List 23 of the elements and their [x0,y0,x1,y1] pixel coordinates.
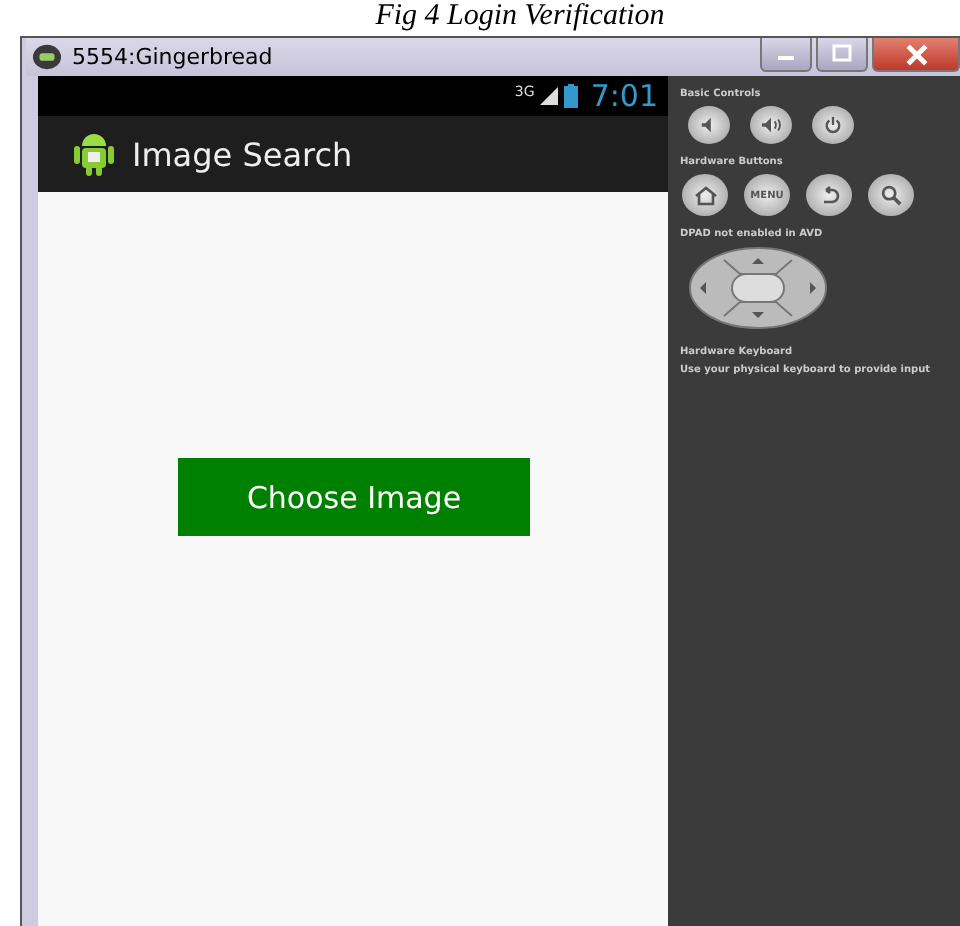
maximize-icon [832,44,852,64]
dpad-control[interactable] [688,246,828,330]
app-title: Image Search [132,135,353,173]
close-button[interactable] [872,38,960,72]
volume-up-button[interactable] [750,106,792,144]
back-button[interactable] [806,174,852,216]
volume-down-button[interactable] [688,106,730,144]
maximize-button[interactable] [816,38,868,72]
window-title: 5554:Gingerbread [72,44,273,70]
choose-image-button[interactable]: Choose Image [178,458,530,536]
clock-time: 7:01 [590,78,658,114]
close-icon [905,43,927,65]
home-button[interactable] [682,174,728,216]
signal-icon [540,86,559,106]
search-icon [880,184,902,206]
minimize-button[interactable] [760,38,812,72]
power-icon [824,116,842,134]
home-icon [693,185,717,205]
figure-caption: Fig 4 Login Verification [373,0,667,36]
power-button[interactable] [812,106,854,144]
battery-icon [564,84,579,108]
search-button[interactable] [868,174,914,216]
speaker-loud-icon [760,116,782,134]
